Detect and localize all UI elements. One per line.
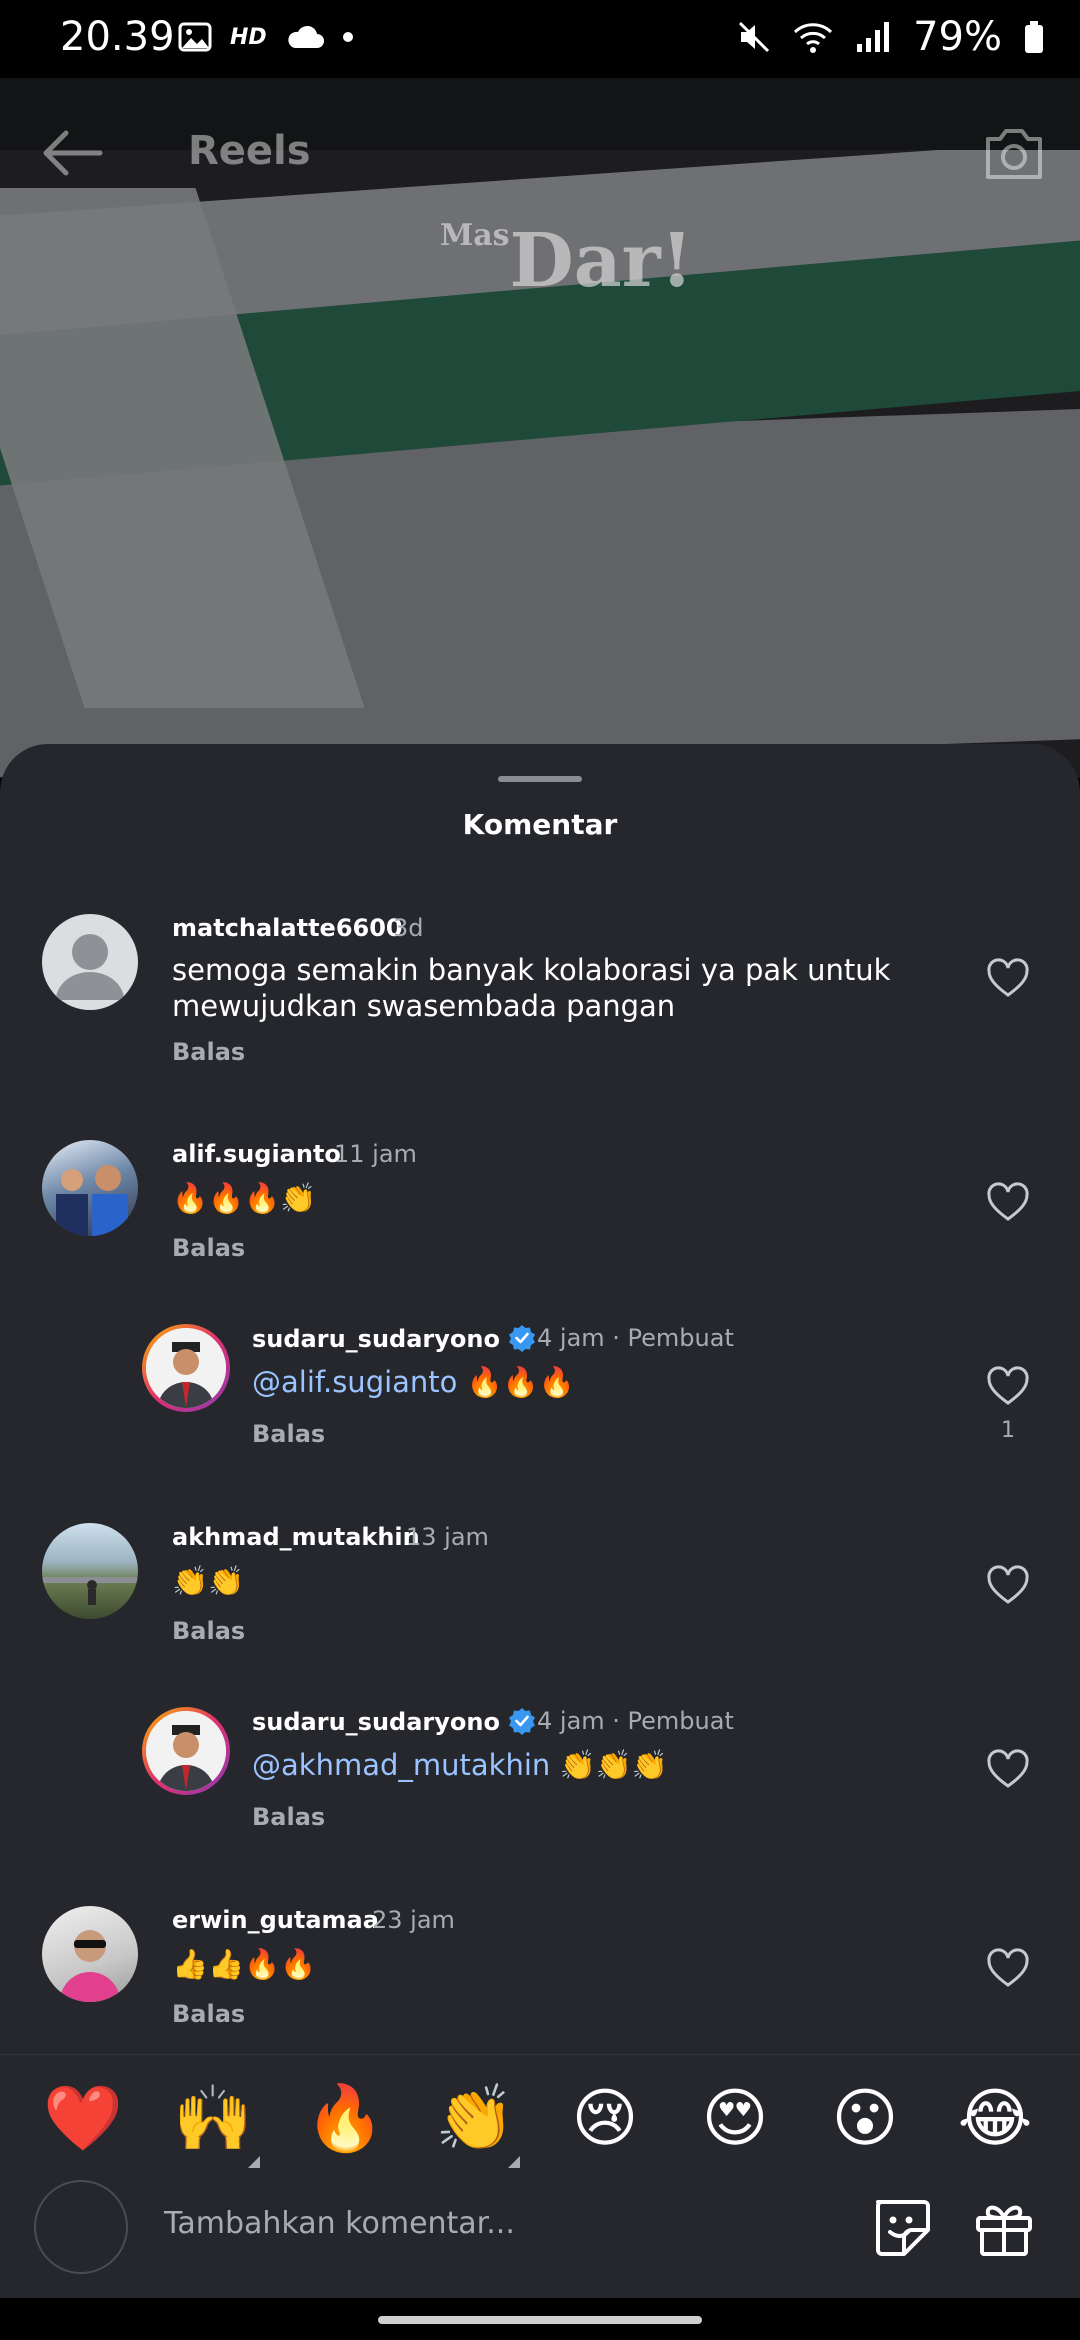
comment-item: akhmad_mutakhin 13 jam 👏👏 Balas [0,1523,1080,1683]
clock: 20.39 [60,14,175,60]
mention-link[interactable]: @akhmad_mutakhin [252,1748,550,1782]
avatar[interactable] [42,1906,138,2002]
sheet-title: Komentar [462,808,618,841]
comment-time: 3d [393,914,424,942]
system-nav-bar [0,2298,1080,2340]
comment-time: 11 jam [334,1140,417,1168]
comment-text: 👏👏 [172,1564,245,1598]
creator-label: Pembuat [627,1324,734,1352]
avatar[interactable] [42,1140,138,1236]
cloud-icon [288,25,324,48]
comment-item: alif.sugianto 11 jam 🔥🔥🔥👏 Balas [0,1140,1080,1300]
mute-icon [739,21,770,53]
creator-label: Pembuat [627,1707,734,1735]
status-right-icons: 79% [737,14,1044,60]
mention-link[interactable]: @alif.sugianto [252,1365,457,1399]
default-avatar-icon [56,934,124,1000]
emoji-surprised[interactable]: 😮 [810,2064,920,2174]
comments-sheet: Komentar matchalatte6600 3d semoga semak… [0,744,1080,2340]
comment-username[interactable]: matchalatte6600 [172,914,403,942]
verified-badge-icon [508,1325,535,1352]
back-arrow-icon[interactable] [40,128,104,178]
status-bar: 20.39 HD 79% [0,0,1080,78]
signal-icon [857,22,890,52]
avatar-photo [60,1930,120,2002]
avatar[interactable] [42,1523,138,1619]
battery-icon [1025,21,1043,53]
comment-input[interactable]: Tambahkan komentar... [164,2206,515,2241]
emoji-heart-eyes[interactable]: 😍 [680,2064,790,2174]
comment-time: 4 jam · Pembuat [537,1707,734,1735]
comment-username[interactable]: sudaru_sudaryono [252,1324,536,1353]
avatar-photo [42,1577,138,1605]
camera-icon[interactable] [982,123,1046,183]
heart-icon[interactable] [986,958,1030,998]
emoji-crying[interactable]: 😢 [550,2064,660,2174]
comment-text: semoga semakin banyak kolaborasi ya pak … [172,953,891,1023]
reply-button[interactable]: Balas [172,1617,245,1645]
notification-dot-icon [342,32,353,42]
comment-item: matchalatte6600 3d semoga semakin banyak… [0,914,1080,1134]
wifi-icon [794,23,833,53]
hd-icon: HD [230,24,267,50]
comment-username[interactable]: sudaru_sudaryono [252,1707,536,1736]
reply-button[interactable]: Balas [252,1803,325,1831]
comment-text: 👍👍🔥🔥 [172,1947,317,1981]
battery-percent: 79% [913,14,1002,60]
sticker-icon[interactable] [870,2196,932,2258]
comment-text: @alif.sugianto 🔥🔥🔥 [252,1365,575,1399]
avatar[interactable] [142,1707,230,1795]
avatar-photo [146,1711,226,1791]
comment-text: 🔥🔥🔥👏 [172,1181,317,1215]
verified-badge-icon [508,1708,535,1735]
heart-icon[interactable] [986,1948,1030,1988]
comment-text: @akhmad_mutakhin 👏👏👏 [252,1748,668,1782]
emoji-laughing[interactable]: 😂 [940,2064,1050,2174]
reply-comment-item: sudaru_sudaryono 4 jam · Pembuat @akhmad… [0,1707,1080,1867]
my-avatar [34,2180,128,2274]
comment-username[interactable]: akhmad_mutakhin [172,1523,420,1551]
gift-icon[interactable] [972,2196,1036,2258]
heart-icon[interactable] [986,1749,1030,1789]
reels-header: Reels [0,78,1080,228]
reply-comment-item: sudaru_sudaryono 4 jam · Pembuat @alif.s… [0,1324,1080,1504]
emoji-fire[interactable]: 🔥 [290,2064,400,2174]
heart-icon[interactable] [986,1182,1030,1222]
reply-button[interactable]: Balas [172,1234,245,1262]
reply-button[interactable]: Balas [172,1038,245,1066]
heart-icon[interactable] [986,1366,1030,1406]
comment-username[interactable]: alif.sugianto [172,1140,341,1168]
video-watermark: MasDar! [440,218,694,304]
avatar[interactable] [42,914,138,1010]
comment-time: 13 jam [406,1523,489,1551]
reply-button[interactable]: Balas [252,1420,325,1448]
like-count: 1 [1001,1418,1015,1443]
emoji-heart[interactable]: ❤️ [28,2064,138,2174]
comment-time: 23 jam [372,1906,455,1934]
comment-username[interactable]: erwin_gutamaa [172,1906,379,1934]
image-icon [178,22,212,52]
status-left-icons: HD [178,22,353,52]
drag-handle[interactable] [498,776,582,782]
comment-time: 4 jam · Pembuat [537,1324,734,1352]
page-title: Reels [188,128,311,174]
avatar-photo [146,1328,226,1408]
skin-tone-indicator-icon [508,2156,520,2168]
avatar[interactable] [142,1324,230,1412]
avatar-photo [56,1165,128,1236]
heart-icon[interactable] [986,1565,1030,1605]
comment-item: erwin_gutamaa 23 jam 👍👍🔥🔥 Balas [0,1906,1080,2066]
skin-tone-indicator-icon [248,2156,260,2168]
comment-input-row: Tambahkan komentar... [0,2174,1080,2304]
reply-button[interactable]: Balas [172,2000,245,2028]
home-indicator[interactable] [378,2316,702,2324]
